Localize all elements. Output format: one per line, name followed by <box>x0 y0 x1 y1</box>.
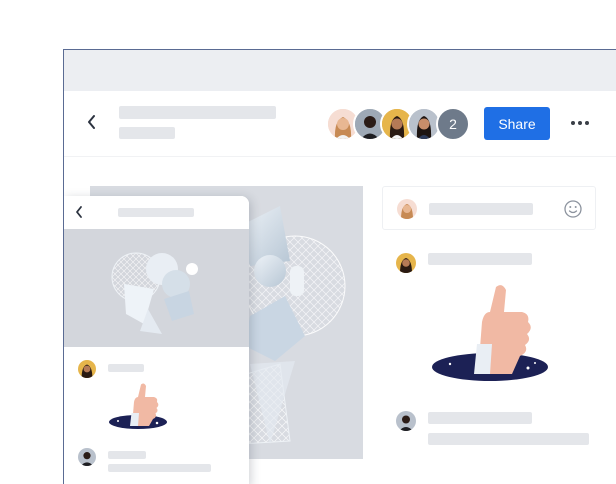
collaborator-avatars[interactable]: 2 <box>326 107 471 141</box>
comment-text-placeholder <box>428 253 532 265</box>
share-button[interactable]: Share <box>484 107 550 140</box>
comment-input-placeholder <box>429 203 533 215</box>
comment-input[interactable] <box>382 186 596 230</box>
comment-text-placeholder <box>428 433 589 445</box>
ellipsis-icon <box>571 121 589 125</box>
avatar <box>78 448 96 466</box>
mobile-header <box>64 196 249 229</box>
file-subtitle-placeholder <box>119 127 175 139</box>
comment-text-placeholder <box>108 451 146 459</box>
more-options-button[interactable] <box>567 113 593 133</box>
smiley-icon[interactable] <box>563 199 583 219</box>
chevron-left-icon <box>88 115 95 129</box>
mobile-title-placeholder <box>118 208 194 217</box>
avatar <box>396 411 416 431</box>
file-title-placeholder <box>119 106 276 119</box>
comments-panel <box>382 186 609 484</box>
geometric-sculpture-image <box>111 252 198 334</box>
back-button[interactable] <box>82 112 102 132</box>
comment-text-placeholder <box>428 412 532 424</box>
mobile-preview <box>64 196 249 484</box>
window-titlebar <box>64 50 616 91</box>
chevron-left-icon[interactable] <box>74 205 84 219</box>
comment-text-placeholder <box>108 464 211 472</box>
avatar <box>397 199 417 219</box>
file-header: 2 Share <box>64 91 616 157</box>
avatar <box>396 253 416 273</box>
avatar <box>78 360 96 378</box>
more-collaborators-count[interactable]: 2 <box>436 107 470 141</box>
app-window: 2 Share <box>63 49 616 484</box>
thumbs-up-sticker <box>109 383 167 429</box>
thumbs-up-sticker <box>432 285 548 381</box>
mobile-image-preview[interactable] <box>64 229 249 347</box>
comment-text-placeholder <box>108 364 144 372</box>
